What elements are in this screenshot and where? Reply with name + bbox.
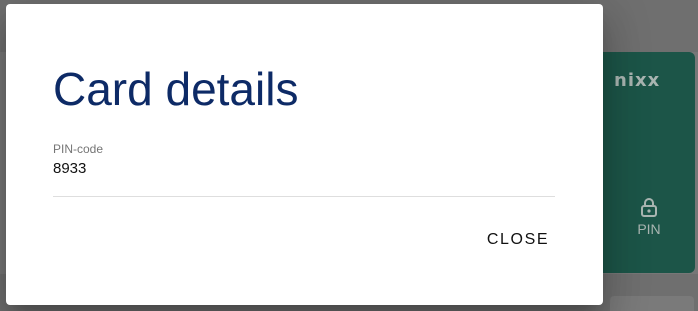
background-card-edge bbox=[610, 296, 694, 311]
card-brand-logo: nixx bbox=[614, 70, 661, 91]
pin-code-value: 8933 bbox=[53, 160, 87, 177]
card-pin-button[interactable]: PIN bbox=[622, 221, 676, 237]
pin-code-label: PIN-code bbox=[53, 142, 104, 156]
card-details-dialog: Card details PIN-code 8933 CLOSE bbox=[6, 4, 603, 305]
dialog-title: Card details bbox=[53, 63, 299, 115]
lock-icon bbox=[641, 198, 657, 217]
close-button[interactable]: CLOSE bbox=[474, 222, 562, 258]
pin-code-field: PIN-code 8933 bbox=[53, 142, 555, 197]
